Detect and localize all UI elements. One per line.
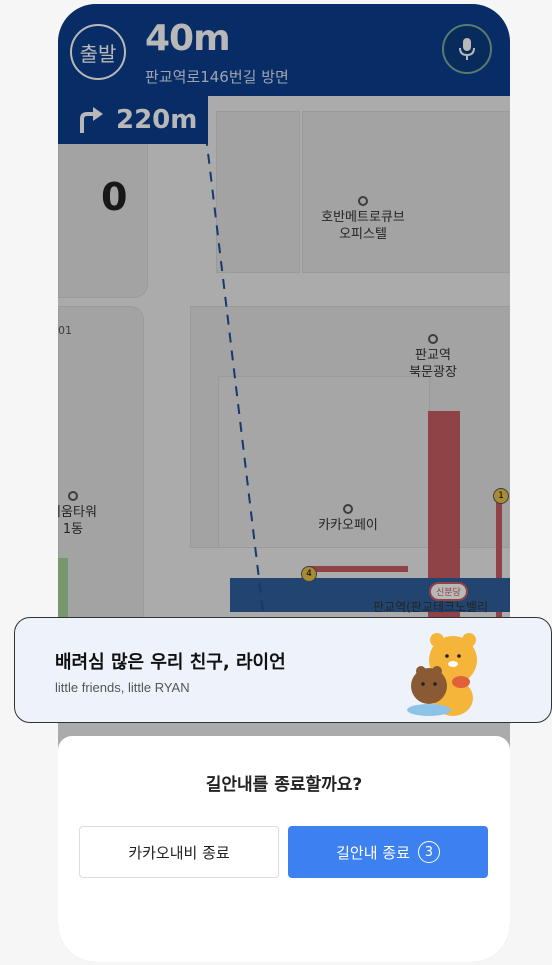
banner-title: 배려심 많은 우리 친구, 라이언 (55, 652, 286, 673)
exit-app-label: 카카오내비 종료 (128, 843, 230, 862)
ad-banner[interactable]: 배려심 많은 우리 친구, 라이언 little friends, little… (14, 617, 552, 723)
banner-subtitle: little friends, little RYAN (55, 680, 190, 695)
ryan-character-illustration (407, 633, 477, 716)
end-guidance-button[interactable]: 길안내 종료 3 (288, 826, 488, 878)
end-guidance-dialog: 길안내를 종료할까요? 카카오내비 종료 길안내 종료 3 (58, 736, 510, 962)
end-guidance-label: 길안내 종료 (336, 843, 410, 862)
countdown-badge: 3 (417, 841, 440, 863)
dialog-question: 길안내를 종료할까요? (205, 775, 363, 795)
exit-app-button[interactable]: 카카오내비 종료 (79, 826, 279, 878)
